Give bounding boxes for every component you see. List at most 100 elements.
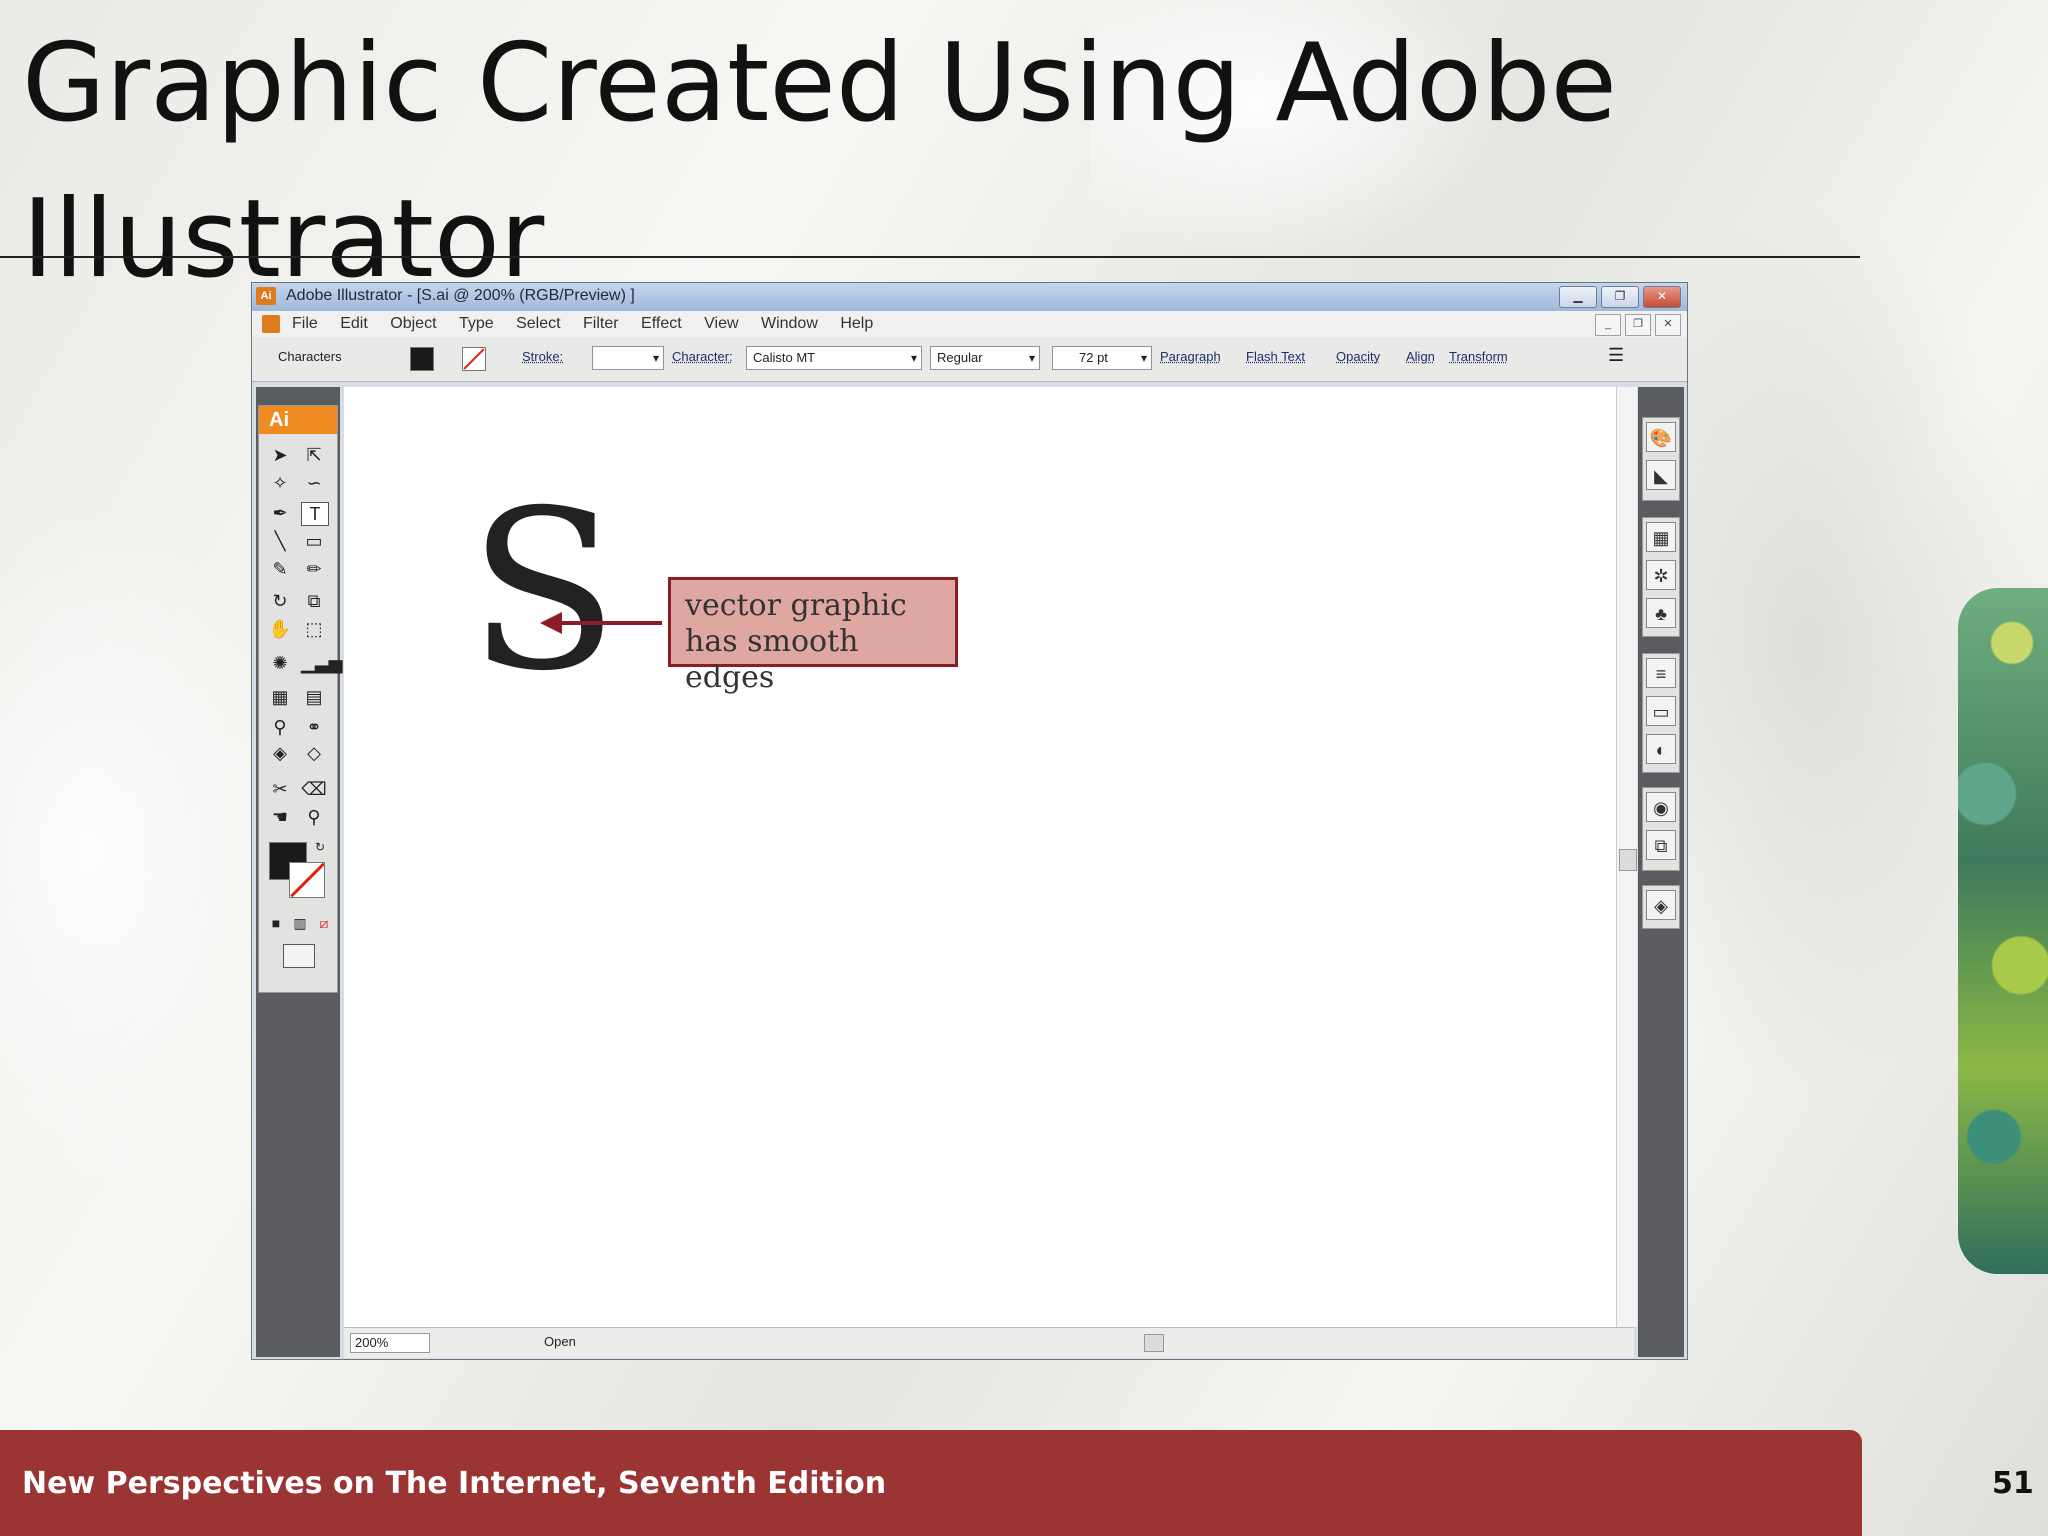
screen-mode-icon[interactable] (283, 944, 315, 968)
zoom-level-field[interactable]: 200% (350, 1333, 430, 1353)
doc-close-button[interactable]: ✕ (1655, 314, 1681, 336)
close-button[interactable]: ✕ (1643, 286, 1681, 308)
illustrator-window: Ai Adobe Illustrator - [S.ai @ 200% (RGB… (251, 282, 1688, 1360)
dock-group: ▦ ✲ ♣ (1642, 517, 1680, 637)
transparency-panel-icon[interactable]: ◐ (1646, 734, 1676, 764)
scrollbar-thumb[interactable] (1619, 849, 1637, 871)
window-title: Adobe Illustrator - [S.ai @ 200% (RGB/Pr… (286, 287, 635, 304)
free-transform-tool-icon[interactable]: ⬚ (301, 618, 327, 640)
decorative-plant-image (1958, 588, 2048, 1274)
brushes-panel-icon[interactable]: ✲ (1646, 560, 1676, 590)
live-paint-selection-tool-icon[interactable]: ◇ (301, 742, 327, 764)
align-link[interactable]: Align (1406, 349, 1435, 364)
menu-items: File Edit Object Type Select Filter Effe… (292, 311, 891, 337)
window-controls: ▁ ❐ ✕ (1559, 286, 1681, 308)
dock-group: ≡ ▭ ◐ (1642, 653, 1680, 773)
paragraph-link[interactable]: Paragraph (1160, 349, 1221, 364)
status-text[interactable]: Open (544, 1334, 576, 1349)
callout-arrow (550, 621, 662, 625)
graphic-styles-panel-icon[interactable]: ⧉ (1646, 830, 1676, 860)
swap-colors-icon[interactable]: ↻ (307, 836, 333, 858)
line-tool-icon[interactable]: ╲ (267, 530, 293, 552)
menu-window[interactable]: Window (761, 311, 818, 337)
restore-button[interactable]: ❐ (1601, 286, 1639, 308)
slice-tool-icon[interactable]: ✂ (267, 778, 293, 800)
minimize-button[interactable]: ▁ (1559, 286, 1597, 308)
mesh-tool-icon[interactable]: ▦ (267, 686, 293, 708)
control-bar: Characters Stroke: Character: Calisto MT… (252, 337, 1687, 382)
vertical-scrollbar[interactable] (1616, 387, 1637, 1327)
hand-tool-icon[interactable]: ☚ (267, 806, 293, 828)
stroke-color-swatch[interactable] (289, 862, 325, 898)
pencil-tool-icon[interactable]: ✏ (301, 558, 327, 580)
window-titlebar[interactable]: Ai Adobe Illustrator - [S.ai @ 200% (RGB… (252, 283, 1687, 311)
color-guide-icon[interactable]: ◣ (1646, 460, 1676, 490)
mode-label: Characters (278, 349, 342, 364)
scale-tool-icon[interactable]: ⧉ (301, 590, 327, 612)
paintbrush-tool-icon[interactable]: ✎ (267, 558, 293, 580)
font-family-dropdown[interactable]: Calisto MT (746, 346, 922, 370)
rectangle-tool-icon[interactable]: ▭ (301, 530, 327, 552)
dock-group: ◉ ⧉ (1642, 787, 1680, 871)
blend-tool-icon[interactable]: ⚭ (301, 716, 327, 738)
doc-minimize-button[interactable]: _ (1595, 314, 1621, 336)
stroke-label[interactable]: Stroke: (522, 349, 563, 364)
opacity-link[interactable]: Opacity (1336, 349, 1380, 364)
eyedropper-tool-icon[interactable]: ⚲ (267, 716, 293, 738)
font-style-dropdown[interactable]: Regular (930, 346, 1040, 370)
graph-tool-icon[interactable]: ▁▃▅ (301, 652, 343, 674)
gradient-tool-icon[interactable]: ▤ (301, 686, 327, 708)
menu-help[interactable]: Help (840, 311, 873, 337)
character-label[interactable]: Character: (672, 349, 733, 364)
gradient-mode-icon[interactable]: ▥ (287, 912, 313, 934)
pen-tool-icon[interactable]: ✒ (267, 502, 293, 524)
menu-effect[interactable]: Effect (641, 311, 682, 337)
flash-text-link[interactable]: Flash Text (1246, 349, 1305, 364)
appearance-panel-icon[interactable]: ◉ (1646, 792, 1676, 822)
live-paint-tool-icon[interactable]: ◈ (267, 742, 293, 764)
menu-edit[interactable]: Edit (340, 311, 368, 337)
color-mode-icon[interactable]: ■ (263, 912, 289, 934)
symbol-sprayer-tool-icon[interactable]: ✺ (267, 652, 293, 674)
selection-tool-icon[interactable]: ➤ (267, 444, 293, 466)
direct-selection-tool-icon[interactable]: ⇱ (301, 444, 327, 466)
gradient-panel-icon[interactable]: ▭ (1646, 696, 1676, 726)
page-number: 51 (1992, 1466, 2034, 1501)
magic-wand-tool-icon[interactable]: ✧ (267, 472, 293, 494)
stroke-swatch[interactable] (462, 347, 486, 371)
lasso-tool-icon[interactable]: ∽ (301, 472, 327, 494)
layers-panel-icon[interactable]: ◈ (1646, 890, 1676, 920)
footer-text: New Perspectives on The Internet, Sevent… (22, 1466, 887, 1501)
menu-filter[interactable]: Filter (583, 311, 619, 337)
dock-group: 🎨 ◣ (1642, 417, 1680, 501)
stroke-panel-icon[interactable]: ≡ (1646, 658, 1676, 688)
menu-object[interactable]: Object (390, 311, 436, 337)
stroke-weight-dropdown[interactable] (592, 346, 664, 370)
warp-tool-icon[interactable]: ✋ (267, 618, 293, 640)
none-mode-icon[interactable]: ⧄ (311, 912, 337, 934)
tools-panel: Ai ➤ ⇱ ✧ ∽ ✒ T ╲ ▭ ✎ ✏ ↻ ⧉ ✋ ⬚ ✺ ▁▃▅ ▦ ▤… (256, 387, 343, 1357)
font-size-dropdown[interactable]: 72 pt (1052, 346, 1152, 370)
document-icon[interactable] (262, 315, 280, 333)
toolbox: Ai ➤ ⇱ ✧ ∽ ✒ T ╲ ▭ ✎ ✏ ↻ ⧉ ✋ ⬚ ✺ ▁▃▅ ▦ ▤… (258, 405, 343, 993)
doc-restore-button[interactable]: ❐ (1625, 314, 1651, 336)
menu-view[interactable]: View (704, 311, 738, 337)
fill-swatch[interactable] (410, 347, 434, 371)
panel-menu-icon[interactable]: ☰ (1608, 345, 1624, 366)
swatches-panel-icon[interactable]: ▦ (1646, 522, 1676, 552)
menu-file[interactable]: File (292, 311, 318, 337)
type-tool-icon[interactable]: T (301, 502, 329, 526)
slide-title: Graphic Created Using Adobe Illustrator (22, 21, 1618, 302)
color-panel-icon[interactable]: 🎨 (1646, 422, 1676, 452)
status-bar: 200% Open (344, 1327, 1634, 1358)
rotate-tool-icon[interactable]: ↻ (267, 590, 293, 612)
menu-select[interactable]: Select (516, 311, 560, 337)
artboard-canvas[interactable]: S vector graphic has smooth edges (344, 387, 1624, 1327)
eraser-tool-icon[interactable]: ⌫ (301, 778, 327, 800)
horizontal-scrollbar-thumb[interactable] (1144, 1334, 1164, 1352)
symbols-panel-icon[interactable]: ♣ (1646, 598, 1676, 628)
transform-link[interactable]: Transform (1449, 349, 1508, 364)
callout-box: vector graphic has smooth edges (668, 577, 958, 695)
zoom-tool-icon[interactable]: ⚲ (301, 806, 327, 828)
menu-type[interactable]: Type (459, 311, 494, 337)
